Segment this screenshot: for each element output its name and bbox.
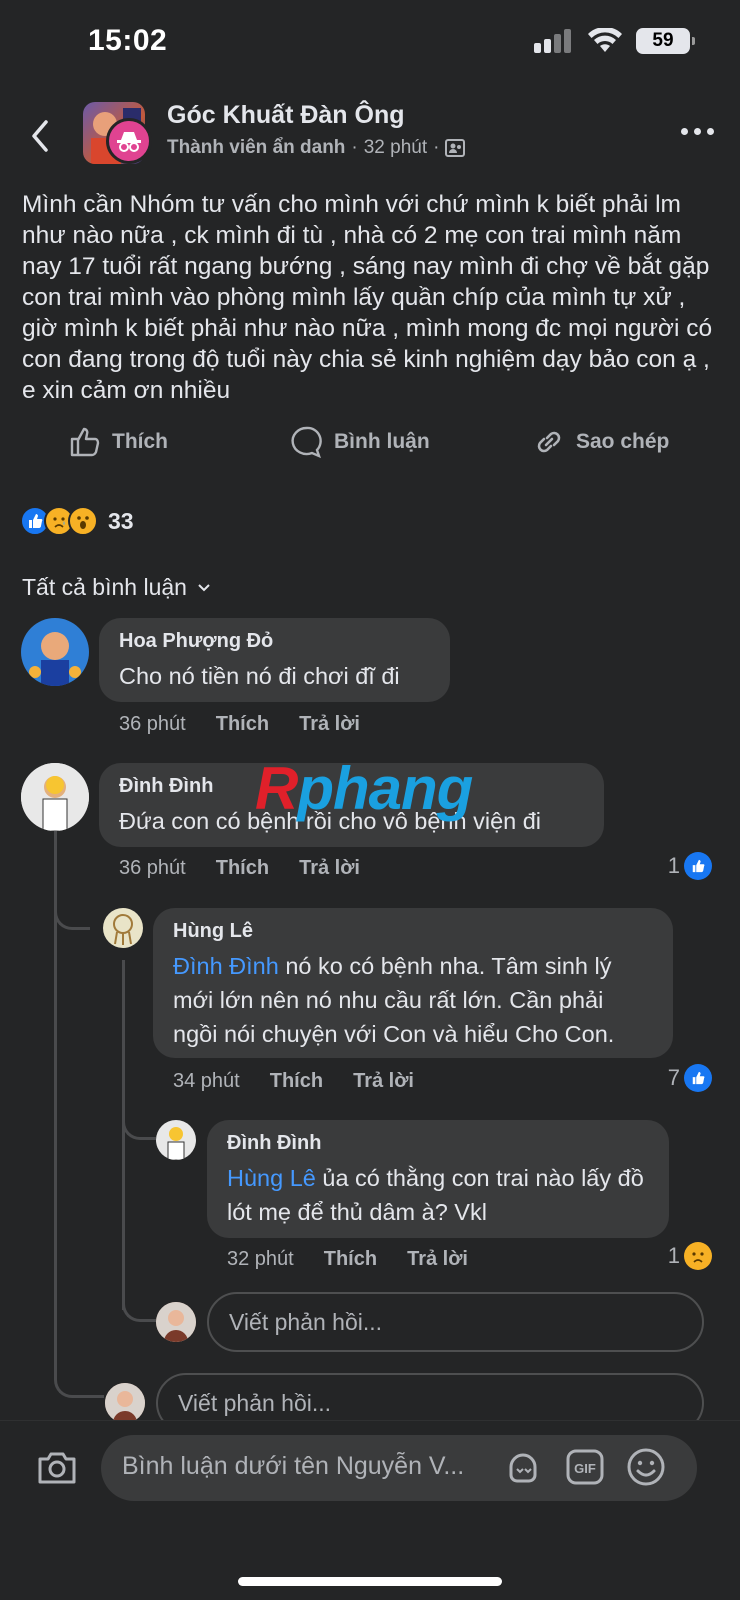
post-time: 32 phút — [363, 137, 428, 158]
thread-line — [122, 960, 125, 1310]
comment-time: 36 phút — [119, 857, 186, 879]
more-options-icon[interactable] — [681, 128, 714, 135]
status-icons: 59 — [534, 28, 695, 54]
wifi-icon — [588, 28, 622, 52]
chevron-down-icon — [198, 583, 210, 591]
avatar[interactable] — [21, 618, 89, 686]
svg-text:GIF: GIF — [574, 1461, 596, 1476]
comment-text: Hùng Lê ủa có thằng con trai nào lấy đồ … — [227, 1161, 649, 1229]
comment-filter[interactable]: Tất cả bình luận — [22, 574, 211, 601]
camera-icon[interactable] — [36, 1450, 78, 1486]
meta-separator: · — [351, 137, 358, 158]
comment-reply-button[interactable]: Trả lời — [299, 713, 360, 736]
commenter-name[interactable]: Hùng Lê — [173, 920, 653, 943]
comment-meta: 36 phút Thích Trả lời — [119, 857, 360, 880]
back-arrow-icon[interactable] — [26, 116, 56, 156]
reaction-summary[interactable]: 33 — [20, 506, 134, 536]
comment-input-placeholder: Bình luận dưới tên Nguyễn V... — [122, 1452, 465, 1480]
sad-reaction-icon — [684, 1242, 712, 1270]
comment-like-button[interactable]: Thích — [216, 857, 269, 880]
commenter-name[interactable]: Đình Đình — [227, 1132, 649, 1155]
comment-button[interactable]: Bình luận — [290, 425, 430, 459]
avatar — [156, 1302, 196, 1342]
comment-like-button[interactable]: Thích — [270, 1070, 323, 1093]
commenter-name[interactable]: Hoa Phượng Đỏ — [119, 630, 430, 653]
mention-tag[interactable]: Đình Đình — [173, 953, 279, 979]
comment-reply-button[interactable]: Trả lời — [299, 857, 360, 880]
avatar[interactable] — [156, 1120, 196, 1160]
reaction-count: 33 — [108, 507, 134, 534]
mention-tag[interactable]: Hùng Lê — [227, 1165, 316, 1191]
avatar[interactable] — [103, 908, 143, 948]
comment-text: Cho nó tiền nó đi chơi đĩ đi — [119, 663, 400, 689]
like-button[interactable]: Thích — [68, 425, 168, 459]
comment-time: 36 phút — [119, 713, 186, 735]
anonymous-icon — [106, 118, 152, 164]
post-actions: Thích Bình luận Sao chép — [0, 425, 740, 471]
filter-label: Tất cả bình luận — [22, 574, 187, 600]
status-time: 15:02 — [88, 24, 168, 57]
comment-bubble: Đình Đình Hùng Lê ủa có thằng con trai n… — [207, 1120, 669, 1238]
comment-label: Bình luận — [334, 430, 430, 453]
like-label: Thích — [112, 430, 168, 453]
comment-bubble-icon — [291, 426, 322, 459]
comment-like-button[interactable]: Thích — [216, 713, 269, 736]
comment-meta: 32 phút Thích Trả lời — [227, 1248, 468, 1271]
copy-label: Sao chép — [576, 430, 670, 453]
avatar — [105, 1383, 145, 1423]
thumbs-up-icon — [70, 427, 100, 457]
thread-connector — [54, 880, 90, 930]
wow-reaction-icon — [68, 506, 98, 536]
link-icon — [537, 431, 561, 453]
post-author: Thành viên ẩn danh — [167, 137, 346, 158]
emoji-icon[interactable] — [625, 1446, 667, 1488]
comment-reaction-count[interactable]: 7 — [668, 1064, 712, 1092]
avatar-sticker-icon[interactable] — [503, 1447, 543, 1487]
comment-bubble: Hùng Lê Đình Đình nó ko có bệnh nha. Tâm… — [153, 908, 673, 1058]
comment-reaction-count[interactable]: 1 — [668, 1242, 712, 1270]
comment-like-button[interactable]: Thích — [324, 1248, 377, 1271]
comment-reply-button[interactable]: Trả lời — [353, 1070, 414, 1093]
reaction-count: 1 — [667, 1243, 680, 1268]
avatar[interactable] — [21, 763, 89, 831]
reply-input[interactable]: Viết phản hồi... — [207, 1292, 704, 1352]
battery-indicator: 59 — [636, 28, 695, 54]
thread-connector — [122, 1290, 156, 1322]
reaction-count: 1 — [667, 853, 680, 878]
reaction-count: 7 — [667, 1065, 680, 1090]
like-reaction-icon — [684, 1064, 712, 1092]
post-text: Mình cần Nhóm tư vấn cho mình với chứ mì… — [22, 191, 713, 404]
gif-icon[interactable]: GIF — [565, 1447, 605, 1487]
comment-time: 34 phút — [173, 1070, 240, 1092]
meta-separator: · — [433, 137, 440, 158]
comment-meta: 34 phút Thích Trả lời — [173, 1070, 414, 1093]
group-privacy-icon — [445, 139, 466, 157]
signal-icon — [534, 29, 571, 53]
copy-button[interactable]: Sao chép — [532, 425, 669, 459]
comment-text: Đình Đình nó ko có bệnh nha. Tâm sinh lý… — [173, 949, 653, 1051]
like-reaction-icon — [684, 852, 712, 880]
watermark-logo: Rphang — [255, 755, 473, 822]
group-name[interactable]: Góc Khuất Đàn Ông — [167, 101, 405, 130]
comment-meta: 36 phút Thích Trả lời — [119, 713, 360, 736]
post-meta: Thành viên ẩn danh · 32 phút · — [167, 137, 466, 159]
home-indicator[interactable] — [238, 1577, 502, 1586]
thread-connector — [122, 1100, 156, 1140]
comment-bubble: Hoa Phượng Đỏ Cho nó tiền nó đi chơi đĩ … — [99, 618, 450, 702]
comment-reply-button[interactable]: Trả lời — [407, 1248, 468, 1271]
comment-reaction-count[interactable]: 1 — [668, 852, 712, 880]
comment-time: 32 phút — [227, 1248, 294, 1270]
thread-connector — [54, 1360, 104, 1398]
